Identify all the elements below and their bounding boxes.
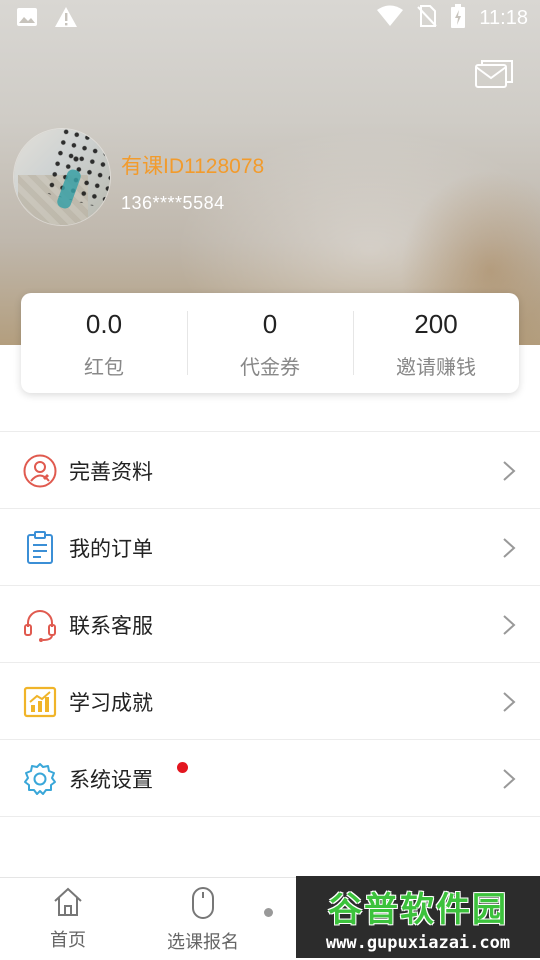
settings-gear-icon [23, 762, 57, 796]
image-icon [16, 7, 38, 31]
watermark-title: 谷普软件园 [328, 889, 508, 930]
stat-label: 代金券 [240, 355, 300, 379]
stat-value: 0 [262, 309, 278, 339]
menu-item-achievements[interactable]: 学习成就 [0, 663, 540, 740]
settings-menu: 完善资料 我的订单 联系客服 学习成就 系统设置 [0, 431, 540, 817]
watermark-url: www.gupuxiazai.com [325, 932, 511, 953]
menu-label: 联系客服 [69, 614, 153, 638]
nav-label: 首页 [50, 930, 86, 951]
menu-item-contact-support[interactable]: 联系客服 [0, 586, 540, 663]
stat-invite-earn[interactable]: 200 邀请赚钱 [353, 293, 519, 393]
chevron-right-icon [502, 691, 516, 713]
status-bar: 11:18 [0, 0, 540, 38]
menu-item-complete-profile[interactable]: 完善资料 [0, 432, 540, 509]
nav-tab-course-enroll[interactable]: 选课报名 [163, 886, 243, 954]
wallet-stats-card: 0.0 红包 0 代金券 200 邀请赚钱 [21, 293, 519, 393]
avatar[interactable] [14, 129, 110, 225]
no-sim-icon [417, 5, 438, 31]
chevron-right-icon [502, 460, 516, 482]
order-clipboard-icon [23, 531, 57, 565]
menu-label: 系统设置 [69, 768, 153, 792]
achievement-chart-icon [23, 685, 57, 719]
nav-tab-home[interactable]: 首页 [44, 886, 92, 952]
notification-badge [177, 762, 188, 773]
stat-voucher[interactable]: 0 代金券 [187, 293, 353, 393]
chevron-right-icon [502, 614, 516, 636]
chevron-right-icon [502, 768, 516, 790]
watermark-logo: 谷普软件园 www.gupuxiazai.com [296, 876, 540, 958]
user-id-label: 有课ID1128078 [121, 155, 265, 178]
user-phone-label: 136****5584 [121, 193, 225, 213]
headset-icon [23, 608, 57, 642]
stat-value: 200 [414, 309, 458, 339]
battery-charging-icon [451, 4, 466, 32]
page-indicator-dot [264, 908, 273, 917]
status-time: 11:18 [479, 6, 528, 29]
wifi-icon [377, 5, 404, 31]
stat-label: 邀请赚钱 [396, 355, 476, 379]
mail-icon[interactable] [474, 58, 514, 90]
menu-label: 完善资料 [69, 460, 153, 484]
menu-label: 我的订单 [69, 537, 153, 561]
menu-item-my-orders[interactable]: 我的订单 [0, 509, 540, 586]
stat-label: 红包 [84, 355, 124, 379]
mouse-icon [191, 887, 215, 924]
warning-icon [54, 6, 78, 32]
nav-label: 选课报名 [167, 932, 239, 953]
menu-item-system-settings[interactable]: 系统设置 [0, 740, 540, 817]
menu-label: 学习成就 [69, 691, 153, 715]
profile-icon [23, 454, 57, 488]
home-icon [52, 887, 84, 922]
stat-red-packet[interactable]: 0.0 红包 [21, 293, 187, 393]
stat-value: 0.0 [85, 309, 123, 339]
chevron-right-icon [502, 537, 516, 559]
